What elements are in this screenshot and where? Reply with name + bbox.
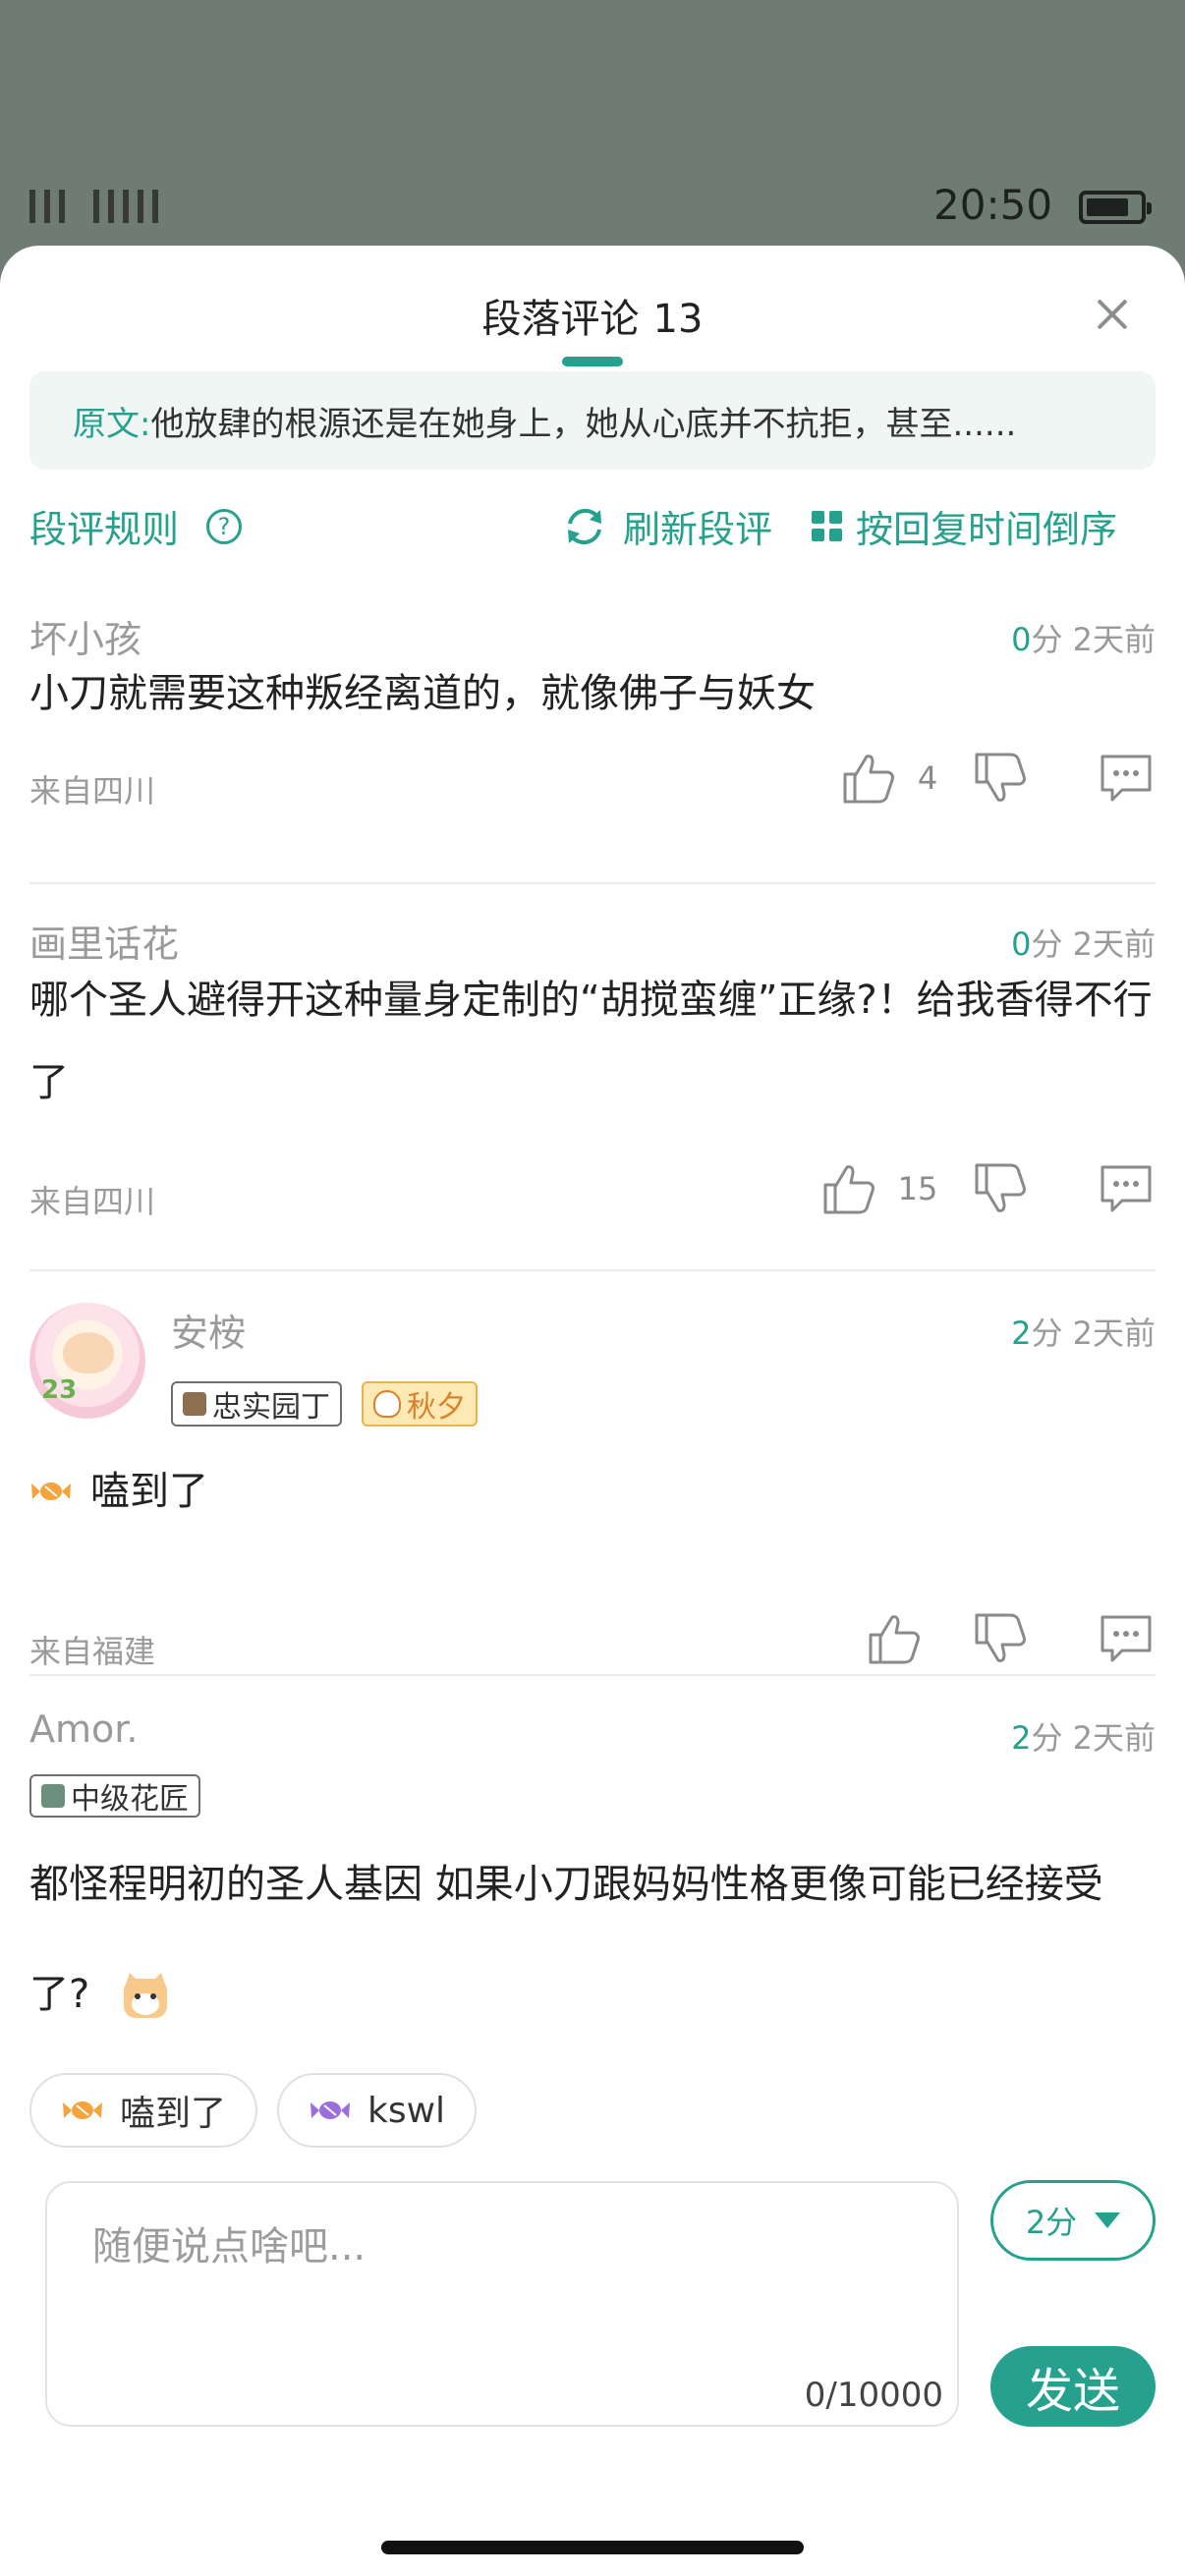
comment-author[interactable]: Amor. [29,1708,138,1751]
comment-text-row: 嗑到了 [29,1450,208,1533]
candy-orange-icon [31,1483,71,1500]
triangle-down-icon [1095,2212,1121,2228]
sort-button[interactable]: 按回复时间倒序 [812,499,1117,553]
quote-label: 原文: [73,404,151,444]
comment-sheet: 段落评论 13 原文: 他放肆的根源还是在她身上，她从心底并不抗拒，甚至.....… [0,246,1185,2576]
reply-icon[interactable] [1097,751,1156,806]
quick-reply-chip[interactable]: 嗑到了 [29,2073,258,2148]
divider [29,1269,1156,1271]
divider [29,882,1156,884]
home-indicator[interactable] [381,2541,804,2554]
divider [29,1674,1156,1676]
comment-text: 都怪程明初的圣人基因 如果小刀跟妈妈性格更像可能已经接受了? [29,1829,1156,2049]
comment-actions: 4 [839,749,1156,808]
dislike-icon[interactable] [971,1159,1030,1218]
comment-input[interactable] [90,2212,920,2364]
badge-gardener[interactable]: 忠实园丁 [171,1381,342,1427]
avatar-number: 23 [41,1375,78,1405]
comment-text: 小刀就需要这种叛经离道的，就像佛子与妖女 [29,671,816,716]
status-time: 20:50 [933,181,1053,229]
comment-time: 2天前 [1072,1315,1156,1352]
like-count: 4 [917,759,938,797]
comment-meta: 2分 2天前 [1011,1309,1156,1354]
grid-icon [812,511,842,541]
signal-icon [29,190,158,223]
rules-link[interactable]: 段评规则 ? [29,499,243,553]
like-count: 15 [897,1170,938,1207]
chip-label: kswl [367,2090,446,2131]
comment-author[interactable]: 安桉 [171,1303,246,1357]
comment-input-box: 0/10000 [45,2181,959,2427]
refresh-icon [568,508,601,544]
score-unit: 分 [1031,925,1063,963]
badge-label: 秋夕 [407,1390,466,1425]
badge-label: 忠实园丁 [212,1390,330,1425]
comment-time: 2天前 [1072,1719,1156,1757]
comment-text-content: 都怪程明初的圣人基因 如果小刀跟妈妈性格更像可能已经接受了? [29,1862,1103,2017]
help-icon[interactable]: ? [206,508,243,544]
sort-label: 按回复时间倒序 [856,508,1118,551]
badge-label: 中级花匠 [71,1782,189,1817]
comment-meta: 2分 2天前 [1011,1713,1156,1759]
gardener-icon [183,1392,206,1416]
comment-actions: 15 [819,1159,1156,1218]
battery-icon [1079,191,1152,224]
comment-item: Amor. 2分 2天前 中级花匠 都怪程明初的圣人基因 如果小刀跟妈妈性格更像… [29,1708,1156,2032]
like-icon[interactable] [865,1609,924,1668]
comment-text: 哪个圣人避得开这种量身定制的“胡搅蛮缠”正缘?！给我香得不行了 [29,978,1153,1105]
score-unit: 分 [1031,1719,1063,1757]
cat-emoji-icon [123,1973,167,2018]
badge-autumn[interactable]: 秋夕 [362,1381,478,1427]
avatar[interactable]: 23 [29,1303,145,1419]
reply-icon[interactable] [1097,1611,1156,1666]
rabbit-icon [373,1390,401,1418]
comment-location: 来自福建 [29,1633,156,1670]
dislike-icon[interactable] [971,1609,1030,1668]
sheet-title: 段落评论 13 [0,287,1185,344]
chip-label: 嗑到了 [120,2094,227,2134]
comment-score: 2 [1011,1719,1032,1757]
comment-score: 2 [1011,1315,1032,1352]
badge-mid-gardener[interactable]: 中级花匠 [29,1774,200,1818]
sheet-title-text: 段落评论 [481,297,640,342]
comment-location: 来自四川 [29,772,156,810]
candy-orange-icon [63,2101,102,2119]
like-icon[interactable] [819,1159,878,1218]
comment-location: 来自四川 [29,1183,156,1220]
score-unit: 分 [1031,1315,1063,1352]
dislike-icon[interactable] [971,749,1030,808]
reply-icon[interactable] [1097,1161,1156,1216]
status-bar: 20:50 [0,0,1185,246]
original-quote[interactable]: 原文: 他放肆的根源还是在她身上，她从心底并不抗拒，甚至...... [29,371,1156,470]
char-count: 0/10000 [804,2376,943,2415]
like-icon[interactable] [839,749,898,808]
comment-toolbar: 段评规则 ? 刷新段评 按回复时间倒序 [29,499,1156,558]
comment-item: 23 安桉 2分 2天前 忠实园丁 秋夕 嗑到了 来自福建 [29,1303,1156,1670]
candy-purple-icon [310,2101,350,2119]
comment-item: 坏小孩 0分 2天前 小刀就需要这种叛经离道的，就像佛子与妖女 来自四川 4 [29,609,1156,810]
title-underline [562,357,623,366]
comment-count: 13 [652,297,704,342]
comment-item: 画里话花 0分 2天前 哪个圣人避得开这种量身定制的“胡搅蛮缠”正缘?！给我香得… [29,914,1156,1220]
quote-text: 他放肆的根源还是在她身上，她从心底并不抗拒，甚至...... [150,404,1017,444]
score-select[interactable]: 2分 [990,2180,1156,2261]
rules-label: 段评规则 [29,508,180,551]
refresh-button[interactable]: 刷新段评 [560,499,772,553]
comment-actions [865,1609,1156,1668]
comment-time: 2天前 [1072,925,1156,963]
close-icon[interactable] [1093,295,1132,334]
pot-icon [41,1784,65,1808]
quick-reply-chip[interactable]: kswl [277,2073,478,2148]
score-value: 2分 [1025,2204,1078,2241]
refresh-label: 刷新段评 [623,508,773,551]
send-button[interactable]: 发送 [990,2346,1156,2427]
comment-text: 嗑到了 [90,1469,208,1514]
comment-score: 0 [1011,925,1032,963]
